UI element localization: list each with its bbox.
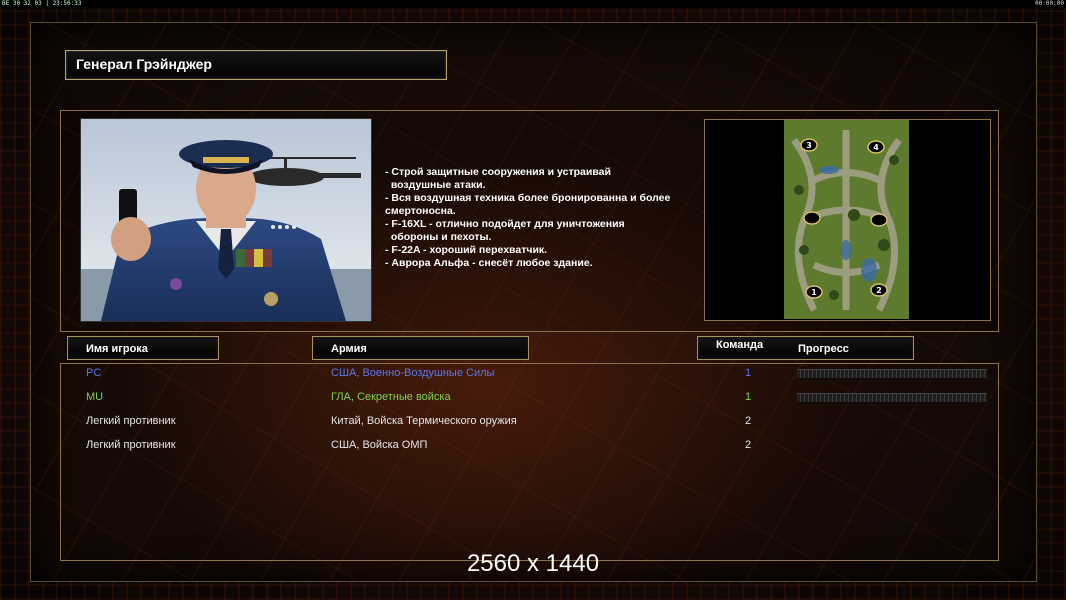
- player-name: MU: [86, 391, 104, 403]
- player-team: 2: [745, 415, 752, 427]
- description-line: смертоносна.: [385, 205, 456, 217]
- team-header: Команда: [716, 339, 764, 351]
- team-progress-header: Команда Прогресс: [697, 336, 914, 360]
- map-preview[interactable]: 3 4 1 2: [784, 120, 909, 319]
- description-line: - Строй защитные сооружения и устраивай: [385, 166, 611, 178]
- progress-header: Прогресс: [798, 343, 849, 355]
- start-slot-4: 4: [873, 143, 879, 152]
- general-title: Генерал Грэйнджер: [65, 50, 447, 80]
- resolution-label: 2560 x 1440: [466, 550, 600, 577]
- description-line: - Вся воздушная техника более бронирован…: [385, 192, 671, 204]
- description-line: - F-16XL - отлично подойдет для уничтоже…: [385, 218, 625, 230]
- player-row: Легкий противник Китай, Войска Термическ…: [0, 410, 1066, 432]
- start-slot-2: 2: [876, 286, 882, 295]
- army-header: Армия: [312, 336, 529, 360]
- player-team: 2: [745, 439, 752, 451]
- player-army: США, Военно-Воздушные Силы: [331, 367, 495, 379]
- description-line: - Аврора Альфа - снесёт любое здание.: [385, 257, 593, 269]
- player-team: 1: [745, 391, 752, 403]
- player-row: Легкий противник США, Войска ОМП 2: [0, 434, 1066, 456]
- general-portrait: [80, 118, 372, 322]
- player-name: PC: [86, 367, 102, 379]
- player-army: Китай, Войска Термического оружия: [331, 415, 517, 427]
- status-clock: 00:00:00: [1035, 0, 1064, 7]
- progress-bar: [797, 393, 987, 403]
- general-description: - Строй защитные сооружения и устраивай …: [385, 166, 700, 270]
- player-name: Легкий противник: [86, 439, 176, 451]
- status-left: BE 30 32 03 | 23:50:33: [2, 0, 82, 7]
- progress-bar: [797, 369, 987, 379]
- description-line: - F-22A - хороший перехватчик.: [385, 244, 548, 256]
- player-name: Легкий противник: [86, 415, 176, 427]
- start-slot-3: 3: [806, 141, 812, 150]
- description-line: воздушные атаки.: [385, 179, 486, 191]
- player-team: 1: [745, 367, 752, 379]
- player-row: PC США, Военно-Воздушные Силы 1: [0, 362, 1066, 384]
- player-row: MU ГЛА, Секретные войска 1: [0, 386, 1066, 408]
- description-line: обороны и пехоты.: [385, 231, 492, 243]
- start-slot-1: 1: [811, 288, 817, 297]
- player-name-header: Имя игрока: [67, 336, 219, 360]
- status-bar: BE 30 32 03 | 23:50:33 00:00:00: [0, 0, 1066, 8]
- player-army: ГЛА, Секретные войска: [331, 391, 451, 403]
- player-army: США, Войска ОМП: [331, 439, 428, 451]
